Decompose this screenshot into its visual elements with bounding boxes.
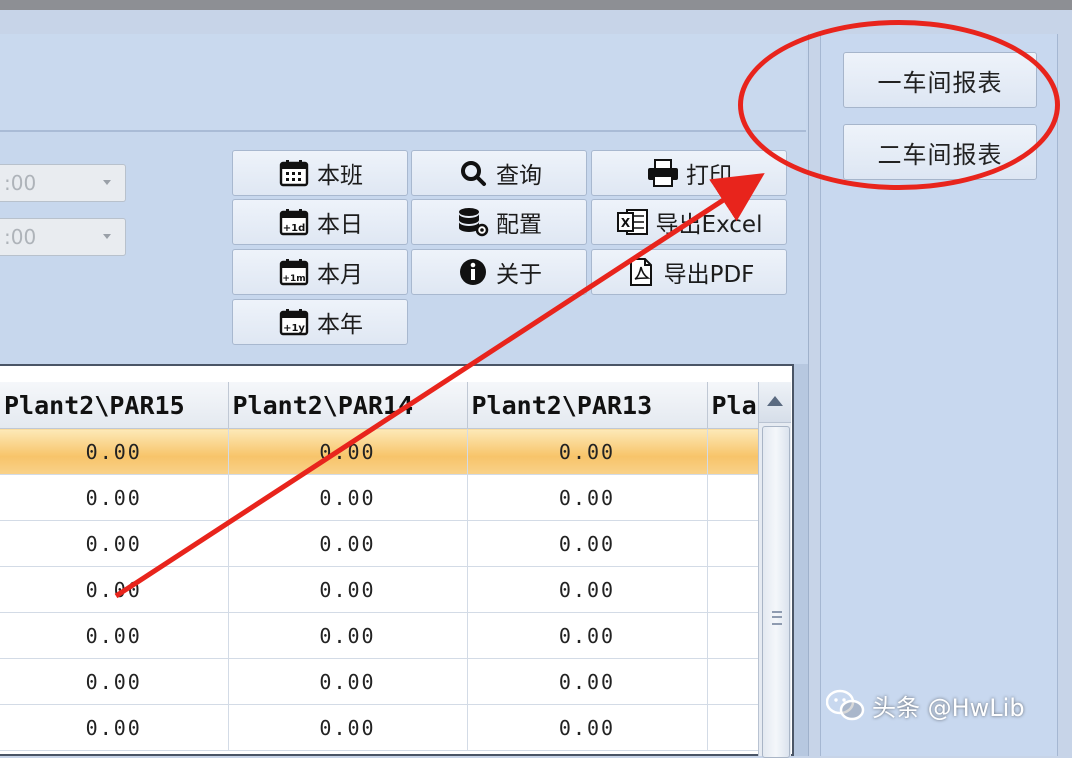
workshop-1-report-button[interactable]: 一车间报表 (843, 52, 1037, 108)
table-cell[interactable]: 0.00 (467, 612, 708, 659)
day-label: 本日 (317, 212, 363, 238)
table-row[interactable]: 0.00 0.00 0.00 (0, 474, 768, 521)
calendar-icon (277, 158, 311, 188)
svg-text:+1d: +1d (283, 223, 306, 234)
table-cell[interactable]: 0.00 (0, 658, 229, 705)
table-row[interactable]: 0.00 0.00 0.00 (0, 566, 768, 613)
table-row[interactable]: 0.00 0.00 0.00 (0, 658, 768, 705)
table-cell[interactable]: 0.00 (0, 474, 229, 521)
table-cell[interactable]: 0.00 (0, 566, 229, 613)
wechat-icon (825, 689, 866, 723)
scrollbar-thumb[interactable] (762, 426, 790, 758)
day-button[interactable]: +1d 本日 (232, 199, 408, 245)
start-time-value: :00 (4, 171, 37, 195)
info-icon (456, 257, 490, 287)
pdf-icon (624, 257, 658, 287)
printer-icon (646, 158, 680, 188)
table-cell[interactable]: 0.00 (467, 428, 708, 475)
export-excel-label: 导出Excel (655, 212, 763, 238)
table-cell[interactable]: 0.00 (228, 566, 468, 613)
table-cell[interactable]: 0.00 (228, 428, 468, 475)
table-cell[interactable]: 0.00 (467, 520, 708, 567)
table-row[interactable]: 0.00 0.00 0.00 (0, 612, 768, 659)
data-table: Plant2\PAR15 Plant2\PAR14 Plant2\PAR13 P… (0, 382, 768, 751)
query-button[interactable]: 查询 (411, 150, 587, 196)
month-button[interactable]: +1m 本月 (232, 249, 408, 295)
query-label: 查询 (496, 163, 542, 189)
vertical-scrollbar[interactable] (758, 382, 791, 758)
shift-button[interactable]: 本班 (232, 150, 408, 196)
chevron-down-icon[interactable] (103, 234, 111, 239)
table-cell[interactable]: 0.00 (228, 474, 468, 521)
config-button[interactable]: 配置 (411, 199, 587, 245)
excel-icon: X (616, 207, 650, 237)
data-grid: Plant2\PAR15 Plant2\PAR14 Plant2\PAR13 P… (0, 364, 794, 756)
about-label: 关于 (496, 262, 542, 288)
print-label: 打印 (686, 163, 732, 189)
start-time-combo[interactable]: :00 (0, 164, 126, 202)
year-label: 本年 (317, 312, 363, 338)
column-header[interactable]: Plant2\PAR15 (0, 382, 229, 429)
watermark-text: 头条 @HwLib (872, 694, 1025, 722)
watermark: 头条 @HwLib (825, 688, 1025, 723)
calendar-day-icon: +1d (277, 207, 311, 237)
export-pdf-label: 导出PDF (663, 262, 755, 288)
table-cell[interactable]: 0.00 (0, 520, 229, 567)
table-cell[interactable]: 0.00 (228, 520, 468, 567)
table-cell[interactable]: 0.00 (467, 704, 708, 751)
config-label: 配置 (496, 212, 542, 238)
table-row[interactable]: 0.00 0.00 0.00 (0, 428, 768, 475)
print-button[interactable]: 打印 (591, 150, 787, 196)
workshop-2-report-button[interactable]: 二车间报表 (843, 124, 1037, 180)
table-cell[interactable]: 0.00 (467, 474, 708, 521)
table-row[interactable]: 0.00 0.00 0.00 (0, 520, 768, 567)
table-row[interactable]: 0.00 0.00 0.00 (0, 704, 768, 751)
export-pdf-button[interactable]: 导出PDF (591, 249, 787, 295)
svg-text:X: X (620, 216, 630, 230)
month-label: 本月 (317, 262, 363, 288)
shift-label: 本班 (317, 163, 363, 189)
window-top-edge (0, 0, 1072, 10)
table-cell[interactable]: 0.00 (228, 704, 468, 751)
column-header[interactable]: Plant2\PAR13 (467, 382, 708, 429)
table-cell[interactable]: 0.00 (467, 658, 708, 705)
table-cell[interactable]: 0.00 (228, 658, 468, 705)
year-button[interactable]: +1y 本年 (232, 299, 408, 345)
panel-header (0, 34, 806, 132)
svg-text:+1y: +1y (283, 323, 305, 334)
scroll-up-icon[interactable] (759, 382, 791, 423)
table-cell[interactable]: 0.00 (0, 704, 229, 751)
grip-icon (772, 611, 782, 625)
end-time-value: :00 (4, 225, 37, 249)
svg-text:+1m: +1m (282, 274, 305, 284)
table-cell[interactable]: 0.00 (0, 428, 229, 475)
table-cell[interactable]: 0.00 (467, 566, 708, 613)
calendar-month-icon: +1m (277, 257, 311, 287)
database-gear-icon (456, 207, 490, 237)
calendar-year-icon: +1y (277, 307, 311, 337)
workshop-report-panel: 一车间报表 二车间报表 (820, 34, 1058, 756)
about-button[interactable]: 关于 (411, 249, 587, 295)
table-cell[interactable]: 0.00 (228, 612, 468, 659)
column-header[interactable]: Plant2\PAR14 (228, 382, 468, 429)
end-time-combo[interactable]: :00 (0, 218, 126, 256)
table-cell[interactable]: 0.00 (0, 612, 229, 659)
chevron-down-icon[interactable] (103, 180, 111, 185)
search-icon (456, 158, 490, 188)
export-excel-button[interactable]: X 导出Excel (591, 199, 787, 245)
